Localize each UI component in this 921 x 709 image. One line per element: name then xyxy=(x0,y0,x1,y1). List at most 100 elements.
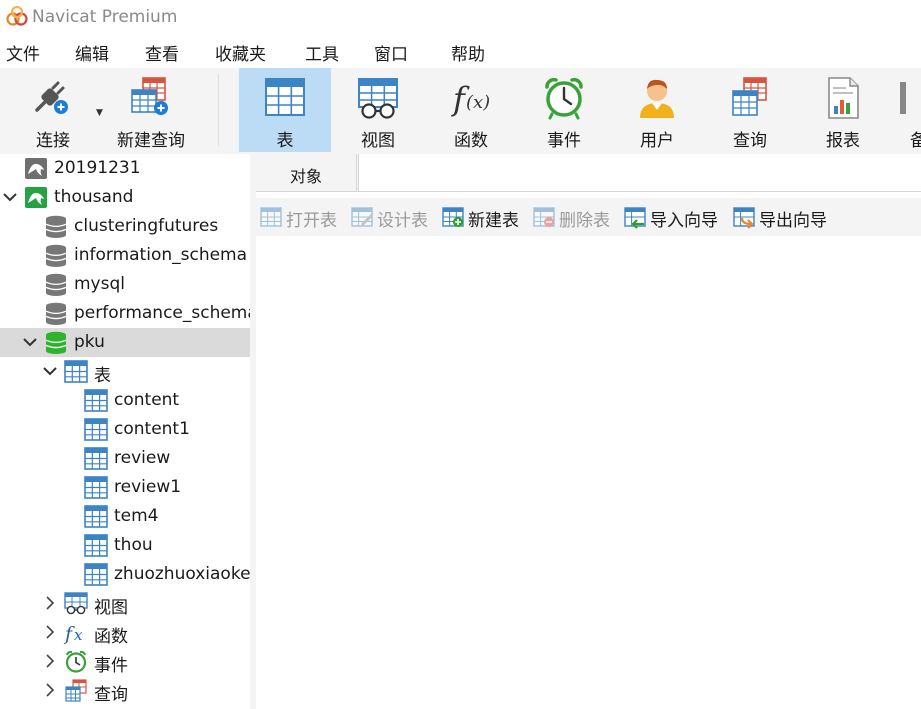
tree-database-clusteringfutures[interactable]: clusteringfutures xyxy=(0,212,250,241)
menu-tools[interactable]: 工具 xyxy=(305,40,339,65)
function-icon: f (x) xyxy=(451,80,490,118)
chevron-right-icon[interactable] xyxy=(42,593,58,613)
user-button[interactable]: 用户 xyxy=(611,68,703,152)
import-wizard-button[interactable]: 导入向导 xyxy=(624,204,730,231)
function-label: 函数 xyxy=(454,131,488,151)
tree-table-item[interactable]: content xyxy=(0,386,250,415)
connect-dropdown-arrow-icon[interactable]: ▼ xyxy=(96,108,103,118)
user-icon xyxy=(640,79,674,118)
tree-label: thou xyxy=(114,535,153,555)
tree-label: tem4 xyxy=(114,506,159,526)
tab-empty-area xyxy=(358,154,921,191)
tab-bar: 对象 xyxy=(256,154,921,192)
alarm-clock-icon xyxy=(64,650,88,673)
backup-button[interactable]: 备 xyxy=(890,68,921,152)
tree-database-performance-schema[interactable]: performance_schema xyxy=(0,299,250,328)
plug-icon xyxy=(35,81,68,114)
database-icon xyxy=(44,273,68,296)
view-button[interactable]: 视图 xyxy=(332,68,424,152)
event-button[interactable]: 事件 xyxy=(518,68,610,152)
query-label: 查询 xyxy=(733,131,767,151)
tree-table-item[interactable]: content1 xyxy=(0,415,250,444)
app-title: Navicat Premium xyxy=(32,7,178,27)
toolbar-separator xyxy=(218,74,219,146)
tree-database-information-schema[interactable]: information_schema xyxy=(0,241,250,270)
delete-table-button[interactable]: 删除表 xyxy=(533,204,623,231)
new-query-icon xyxy=(131,77,168,115)
tab-objects[interactable]: 对象 xyxy=(256,154,357,191)
tree-table-item[interactable]: zhuozhuoxiaoke xyxy=(0,560,250,589)
tree-group-tables[interactable]: 表 xyxy=(0,357,250,386)
tree-table-item[interactable]: tem4 xyxy=(0,502,250,531)
menu-bar: 文件 编辑 查看 收藏夹 工具 窗口 帮助 xyxy=(0,34,921,68)
tree-database-pku[interactable]: pku xyxy=(0,328,250,357)
import-wizard-label: 导入向导 xyxy=(650,211,718,231)
menu-window[interactable]: 窗口 xyxy=(374,40,408,65)
menu-favorites[interactable]: 收藏夹 xyxy=(215,40,266,65)
tree-database-mysql[interactable]: mysql xyxy=(0,270,250,299)
tree-group-queries[interactable]: 查询 xyxy=(0,676,250,705)
export-wizard-label: 导出向导 xyxy=(759,211,827,231)
function-button[interactable]: f (x) 函数 xyxy=(425,68,517,152)
report-button[interactable]: 报表 xyxy=(797,68,889,152)
design-table-icon xyxy=(351,207,373,227)
export-wizard-icon xyxy=(733,207,755,229)
tree-label: content1 xyxy=(114,419,190,439)
menu-help[interactable]: 帮助 xyxy=(451,40,485,65)
report-label: 报表 xyxy=(826,131,860,151)
main-toolbar: 连接 ▼ 新建查询 表 视图 f (x) 函数 事件 用户 查询 报表 备 xyxy=(0,68,921,154)
delete-table-label: 删除表 xyxy=(559,211,610,231)
tree-table-item[interactable]: thou xyxy=(0,531,250,560)
tree-group-functions[interactable]: fx 函数 xyxy=(0,618,250,647)
tree-group-views[interactable]: 视图 xyxy=(0,589,250,618)
table-icon xyxy=(84,389,108,412)
connect-label: 连接 xyxy=(36,131,70,151)
new-table-icon xyxy=(442,207,464,227)
table-icon xyxy=(84,534,108,557)
query-icon xyxy=(732,77,767,116)
table-button[interactable]: 表 xyxy=(239,68,331,152)
tree-label: 函数 xyxy=(94,627,128,647)
open-table-label: 打开表 xyxy=(286,211,337,231)
chevron-down-icon[interactable] xyxy=(22,332,38,352)
tree-connection-thousand[interactable]: thousand xyxy=(0,183,250,212)
chevron-right-icon[interactable] xyxy=(42,651,58,671)
import-wizard-icon xyxy=(624,207,646,229)
tree-label: information_schema xyxy=(74,245,248,265)
mysql-connection-inactive-icon xyxy=(24,157,48,180)
chevron-right-icon[interactable] xyxy=(42,680,58,700)
table-icon xyxy=(84,447,108,470)
tree-group-events[interactable]: 事件 xyxy=(0,647,250,676)
table-icon xyxy=(84,476,108,499)
export-wizard-button[interactable]: 导出向导 xyxy=(733,204,839,231)
delete-table-icon xyxy=(533,207,555,227)
title-bar: Navicat Premium xyxy=(0,0,921,34)
tree-table-item[interactable]: review1 xyxy=(0,473,250,502)
table-label: 表 xyxy=(276,131,294,151)
chevron-down-icon[interactable] xyxy=(2,187,18,207)
view-icon xyxy=(64,592,88,615)
database-icon xyxy=(44,244,68,267)
open-table-icon xyxy=(260,207,282,227)
new-table-label: 新建表 xyxy=(468,211,519,231)
new-query-button[interactable]: 新建查询 xyxy=(106,68,196,152)
view-icon xyxy=(358,78,398,119)
chevron-right-icon[interactable] xyxy=(42,622,58,642)
design-table-label: 设计表 xyxy=(377,211,428,231)
tree-table-item[interactable]: review xyxy=(0,444,250,473)
query-button[interactable]: 查询 xyxy=(704,68,796,152)
new-table-button[interactable]: 新建表 xyxy=(442,204,532,231)
menu-edit[interactable]: 编辑 xyxy=(75,40,109,65)
open-table-button[interactable]: 打开表 xyxy=(260,204,350,231)
view-label: 视图 xyxy=(361,131,395,151)
main-panel: 对象 打开表 设计表 新建表 删除表 导入向导 导出向导 xyxy=(256,154,921,709)
tree-label: pku xyxy=(74,332,105,352)
menu-view[interactable]: 查看 xyxy=(145,40,179,65)
tree-connection-20191231[interactable]: 20191231 xyxy=(0,154,250,183)
connect-button[interactable]: 连接 xyxy=(8,68,98,152)
chevron-down-icon[interactable] xyxy=(42,361,58,381)
tree-label: 事件 xyxy=(94,656,128,676)
menu-file[interactable]: 文件 xyxy=(6,40,40,65)
design-table-button[interactable]: 设计表 xyxy=(351,204,441,231)
tree-label: zhuozhuoxiaoke xyxy=(114,564,250,584)
